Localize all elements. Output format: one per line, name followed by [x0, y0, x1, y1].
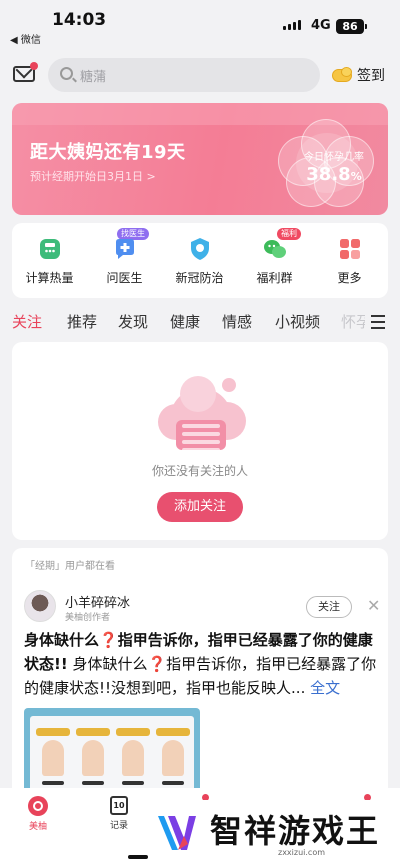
question-mark-icon: ❓: [147, 655, 167, 673]
home-indicator: [128, 855, 148, 859]
more-grid-icon: [340, 239, 360, 259]
watermark-brand: 智祥游戏王: [210, 812, 381, 850]
status-time: 14:03: [52, 10, 107, 30]
service-covid[interactable]: 新冠防治: [162, 223, 237, 298]
close-icon[interactable]: ✕: [367, 596, 380, 615]
gold-coin-icon: [332, 66, 352, 82]
doctor-chat-icon: [116, 239, 134, 259]
tabbar-label: 记录: [109, 821, 128, 831]
meiyou-home-icon: [28, 796, 48, 816]
calendar-record-icon: 10: [110, 796, 128, 815]
tab-recommend[interactable]: 推荐: [67, 311, 97, 332]
search-placeholder: 糖蒲: [80, 70, 107, 85]
tab-follow[interactable]: 关注: [12, 311, 42, 332]
tab-emotion[interactable]: 情感: [222, 311, 252, 332]
service-label: 更多: [337, 271, 362, 285]
checkin-button[interactable]: 签到: [332, 65, 385, 85]
tabbar-item-record[interactable]: 10 记录: [99, 796, 139, 831]
group-chat-icon: [264, 240, 286, 258]
pregnancy-chance-value: 38.8%: [306, 164, 362, 185]
status-bar: 14:03 ◀ 微信 4G 86: [0, 0, 400, 46]
back-to-app-link[interactable]: ◀ 微信: [10, 31, 41, 46]
feed-section-header: 「经期」用户都在看: [25, 561, 115, 572]
avatar[interactable]: [24, 590, 56, 622]
empty-message: 你还没有关注的人: [151, 464, 248, 478]
empty-follow-card: 你还没有关注的人 添加关注: [12, 342, 388, 540]
service-more[interactable]: 更多: [312, 223, 387, 298]
virus-shield-icon: [191, 238, 209, 260]
search-input[interactable]: 糖蒲: [48, 58, 320, 92]
empty-cloud-illustration: [152, 370, 248, 464]
service-label: 新冠防治: [175, 271, 224, 285]
period-countdown: 距大姨妈还有19天: [30, 142, 186, 163]
tab-discover[interactable]: 发现: [118, 311, 148, 332]
calculator-icon: [40, 239, 60, 259]
question-mark-icon: ❓: [99, 631, 118, 649]
author-tag: 美柚创作者: [65, 613, 111, 623]
top-bar: 糖蒲 签到: [0, 56, 400, 94]
follow-author-button[interactable]: 关注: [306, 596, 352, 618]
content-tabs: 关注 推荐 发现 健康 情感 小视频 怀孕: [0, 306, 400, 336]
tab-short-video[interactable]: 小视频: [275, 311, 320, 332]
tabbar-label: 美柚: [28, 822, 47, 832]
tab-menu-icon[interactable]: [371, 315, 385, 333]
notification-dot: [30, 62, 38, 70]
period-start-link[interactable]: 预计经期开始日3月1日 >: [30, 168, 156, 184]
service-label: 问医生: [106, 271, 143, 285]
post-text[interactable]: 身体缺什么❓指甲告诉你，指甲已经暴露了你的健康状态!! 身体缺什么❓指甲告诉你，…: [24, 628, 379, 700]
author-name[interactable]: 小羊碎碎冰: [65, 592, 130, 611]
tabbar-item-home[interactable]: 美柚: [18, 796, 58, 832]
service-label: 计算热量: [25, 271, 74, 285]
read-more-link[interactable]: 全文: [310, 679, 340, 697]
service-calorie[interactable]: 计算热量: [12, 223, 87, 298]
watermark: 智祥游戏王 zxxizui.com: [148, 800, 400, 866]
add-follow-button[interactable]: 添加关注: [157, 492, 243, 522]
services-row: 计算热量 找医生 问医生 新冠防治 福利 福利群 更多: [12, 223, 388, 298]
pregnancy-chance-label: 今日怀孕几率: [304, 152, 364, 163]
battery-icon: 86: [336, 19, 367, 34]
service-ask-doctor[interactable]: 找医生 问医生: [87, 223, 162, 298]
service-welfare-group[interactable]: 福利 福利群: [237, 223, 312, 298]
watermark-url: zxxizui.com: [278, 848, 326, 857]
tab-health[interactable]: 健康: [170, 311, 200, 332]
watermark-logo-icon: [158, 816, 196, 850]
tab-pregnancy[interactable]: 怀孕: [341, 311, 365, 332]
signal-icon: [283, 20, 301, 30]
service-label: 福利群: [256, 271, 293, 285]
period-banner[interactable]: 距大姨妈还有19天 预计经期开始日3月1日 > 今日怀孕几率 38.8%: [12, 103, 388, 215]
search-icon: [60, 67, 73, 80]
network-type: 4G: [311, 18, 331, 33]
checkin-label: 签到: [357, 68, 385, 84]
feed-card[interactable]: 「经期」用户都在看 小羊碎碎冰 美柚创作者 关注 ✕ 身体缺什么❓指甲告诉你，指…: [12, 548, 388, 808]
